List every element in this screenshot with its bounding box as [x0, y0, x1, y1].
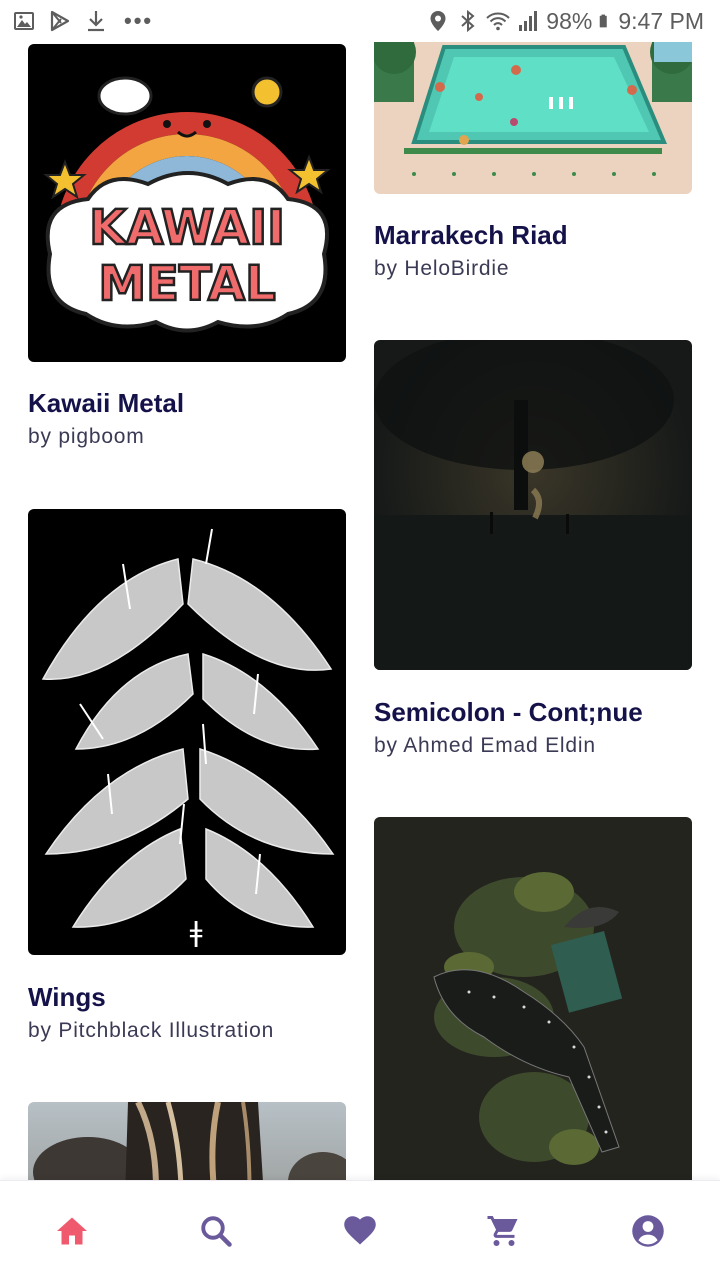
artwork-title[interactable]: Kawaii Metal	[28, 388, 184, 419]
artwork-image-wings[interactable]: ǂ	[28, 509, 346, 955]
nav-home[interactable]	[52, 1211, 92, 1251]
bluetooth-icon	[461, 9, 475, 33]
home-icon	[57, 1217, 87, 1245]
cart-icon	[487, 1216, 518, 1246]
status-bar: ••• 98% 9:47 PM	[0, 0, 720, 42]
clock: 9:47 PM	[618, 7, 704, 34]
account-icon	[632, 1215, 664, 1247]
bottom-navigation	[0, 1180, 720, 1280]
nav-favorites[interactable]	[340, 1211, 380, 1251]
download-icon	[88, 11, 104, 32]
more-notifications-indicator: •••	[124, 8, 154, 33]
artwork-image-birds[interactable]	[374, 817, 692, 1180]
notification-icons: •••	[12, 8, 153, 34]
nav-account[interactable]	[628, 1211, 668, 1251]
nav-cart[interactable]	[484, 1211, 524, 1251]
artwork-image-horse[interactable]	[28, 1102, 346, 1180]
artwork-lettering-kawaii: KAWAII	[89, 200, 285, 256]
search-icon	[201, 1216, 232, 1247]
image-notification-icon	[14, 12, 34, 30]
wifi-icon	[486, 12, 511, 31]
artwork-title[interactable]: Semicolon - Cont;nue	[374, 697, 643, 728]
signal-icon	[519, 11, 538, 31]
artwork-image-semicolon[interactable]	[374, 340, 692, 670]
play-store-icon	[50, 10, 70, 32]
battery-percentage: 98%	[546, 7, 593, 34]
artwork-glyph: ǂ	[190, 915, 203, 948]
heart-icon	[344, 1216, 376, 1245]
artwork-author[interactable]: by pigboom	[28, 425, 145, 449]
battery-icon	[600, 14, 608, 28]
artwork-author[interactable]: by Ahmed Emad Eldin	[374, 734, 596, 758]
artwork-lettering-metal: METAL	[98, 256, 275, 312]
system-icons: 98% 9:47 PM	[426, 6, 704, 36]
artwork-feed[interactable]: KAWAII METAL Kawaii Metal by pigboom Mar…	[0, 0, 720, 1180]
artwork-title[interactable]: Marrakech Riad	[374, 220, 568, 251]
artwork-image-kawaii-metal[interactable]: KAWAII METAL	[28, 44, 346, 362]
artwork-author[interactable]: by Pitchblack Illustration	[28, 1019, 274, 1043]
artwork-author[interactable]: by HeloBirdie	[374, 257, 509, 281]
artwork-title[interactable]: Wings	[28, 982, 106, 1013]
nav-search[interactable]	[196, 1211, 236, 1251]
location-icon	[430, 11, 446, 31]
